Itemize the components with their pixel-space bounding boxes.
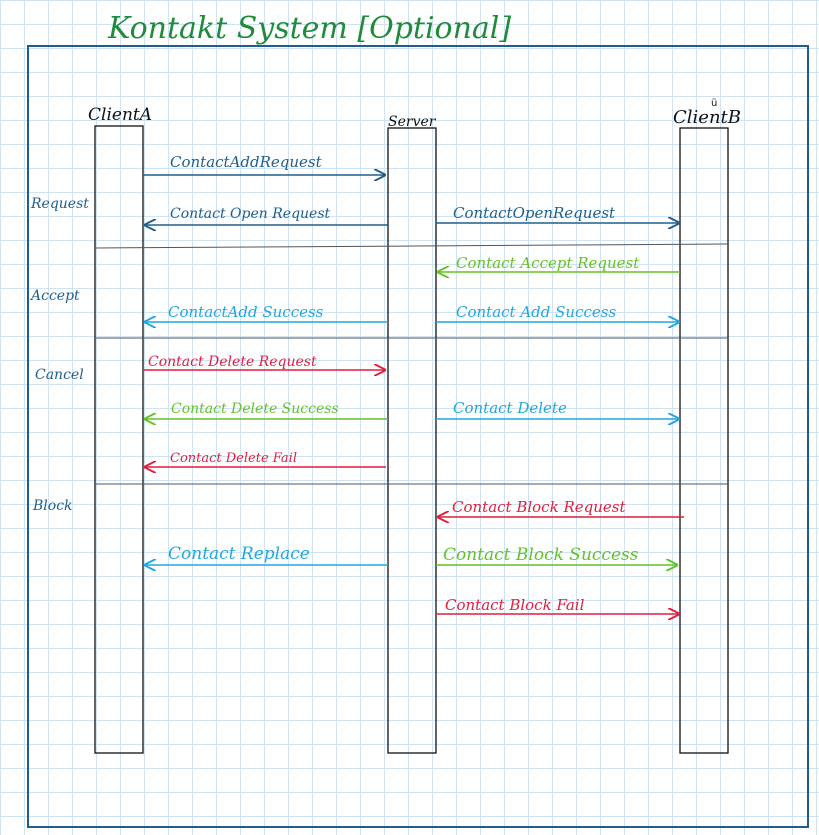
message-label-contact-add-success-to-a: ContactAdd Success (168, 303, 324, 321)
message-label-contact-open-request-to-b: ContactOpenRequest (453, 204, 616, 222)
lifeline-client-a (94, 125, 144, 754)
phase-label-block: Block (32, 498, 73, 514)
sequence-diagram: Kontakt System [Optional] ClientA Server… (27, 11, 809, 828)
lifeline-server (387, 127, 437, 754)
message-label-contact-accept-request: Contact Accept Request (456, 254, 640, 272)
message-label-contact-block-fail: Contact Block Fail (445, 596, 585, 614)
message-label-contact-add-request: ContactAddRequest (170, 153, 323, 171)
page-title: Kontakt System [Optional] (107, 11, 511, 46)
message-label-contact-delete-success: Contact Delete Success (171, 401, 339, 417)
participant-label-client-a: ClientA (88, 105, 152, 125)
lifeline-client-b (679, 127, 729, 754)
message-label-contact-block-request: Contact Block Request (452, 498, 626, 516)
message-label-contact-replace: Contact Replace (168, 544, 310, 564)
message-label-contact-delete-request: Contact Delete Request (148, 354, 317, 370)
participant-label-client-b: ClientB (673, 107, 741, 128)
phase-label-request: Request (30, 196, 89, 212)
phase-label-accept: Accept (29, 288, 80, 304)
message-label-contact-delete-fail: Contact Delete Fail (170, 451, 297, 466)
message-label-contact-block-success: Contact Block Success (443, 545, 639, 565)
message-label-contact-delete: Contact Delete (453, 399, 567, 417)
phase-label-cancel: Cancel (35, 367, 84, 383)
message-label-contact-open-request-to-a: Contact Open Request (170, 206, 331, 222)
diagram-frame (27, 45, 809, 828)
message-label-contact-add-success-to-b: Contact Add Success (456, 303, 616, 321)
section-divider (95, 243, 729, 249)
